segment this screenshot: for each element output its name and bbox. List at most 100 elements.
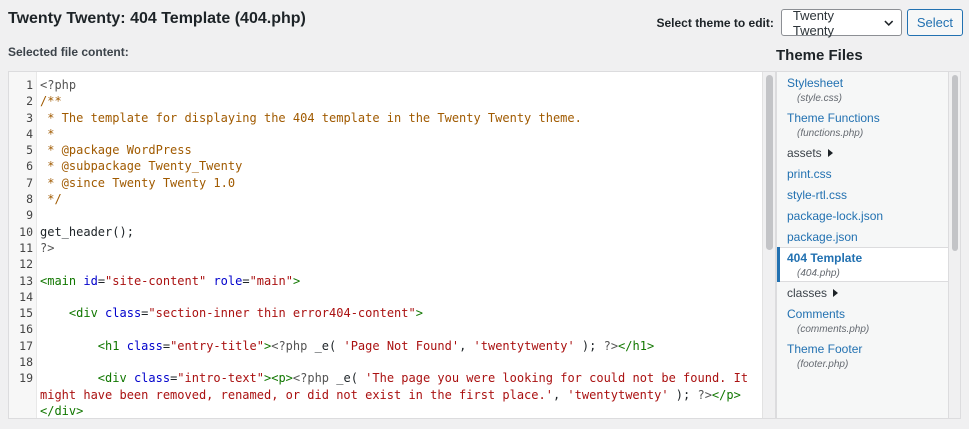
file-name: style-rtl.css xyxy=(787,188,847,202)
code-line[interactable]: 19 <div class="intro-text"><p><?php _e( … xyxy=(9,370,764,418)
folder-item[interactable]: classes xyxy=(777,282,948,303)
line-number: 13 xyxy=(19,273,33,288)
files-scrollbar[interactable] xyxy=(948,71,961,419)
file-item[interactable]: Theme Footer (footer.php) xyxy=(777,338,948,373)
code-token: <?php xyxy=(271,338,308,353)
code-token: ?> xyxy=(603,338,619,353)
file-item[interactable]: print.css xyxy=(777,163,948,184)
code-token: ); xyxy=(574,338,604,353)
code-line[interactable]: 18 xyxy=(9,354,764,370)
code-token: * @subpackage Twenty_Twenty xyxy=(40,159,243,174)
line-number: 1 xyxy=(26,78,33,92)
caret-right-icon xyxy=(827,149,833,157)
theme-files-panel: Stylesheet (style.css) Theme Functions (fun… xyxy=(776,71,948,419)
code-line[interactable]: 2 /** xyxy=(9,93,764,109)
line-number: 2 xyxy=(26,94,33,109)
theme-select-dropdown[interactable]: Twenty Twenty xyxy=(780,8,902,38)
code-line[interactable]: 13 <main id="site-content" role="main"> xyxy=(9,273,764,289)
selected-file-label: Selected file content: xyxy=(8,45,129,59)
line-number: 7 xyxy=(26,175,33,190)
file-name: package-lock.json xyxy=(787,209,884,223)
code-token: * xyxy=(40,126,55,141)
code-line[interactable]: 10 get_header(); xyxy=(9,224,764,240)
editor-scrollbar-thumb[interactable] xyxy=(766,75,773,250)
file-item[interactable]: package.json xyxy=(777,226,948,247)
line-code: <div class="intro-text"><p><?php _e( 'Th… xyxy=(37,370,759,418)
line-code: * xyxy=(37,126,759,142)
code-line[interactable]: 7 * @since Twenty Twenty 1.0 xyxy=(9,175,764,191)
code-token: <?php xyxy=(40,78,77,92)
code-line[interactable]: 14 xyxy=(9,289,764,305)
code-line[interactable]: 8 */ xyxy=(9,191,764,207)
file-item[interactable]: Theme Functions (functions.php) xyxy=(777,107,948,142)
code-line[interactable]: 1 <?php xyxy=(9,77,764,93)
code-token: ?> xyxy=(697,387,712,402)
code-token: get_header(); xyxy=(40,224,134,239)
line-number: 11 xyxy=(19,240,33,255)
select-theme-button[interactable]: Select xyxy=(906,9,963,36)
code-token: <?php xyxy=(292,371,330,386)
files-scrollbar-thumb[interactable] xyxy=(952,75,958,251)
code-token: 'twentytwenty' xyxy=(567,387,669,402)
code-editor[interactable]: 1 <?php 2 /** 3 * The template for displayin… xyxy=(8,71,776,419)
code-token: * @since Twenty Twenty 1.0 xyxy=(40,175,236,190)
line-code: /** xyxy=(37,93,759,109)
line-number: 18 xyxy=(19,355,33,370)
file-item[interactable]: Comments (comments.php) xyxy=(777,303,948,338)
line-number: 10 xyxy=(19,224,33,239)
theme-files-title: Theme Files xyxy=(776,47,863,64)
code-line[interactable]: 12 xyxy=(9,256,764,272)
file-item[interactable]: style-rtl.css xyxy=(777,184,948,205)
file-item[interactable]: package-lock.json xyxy=(777,205,948,226)
code-line[interactable]: 3 * The template for displaying the 404 … xyxy=(9,110,764,126)
code-token: , xyxy=(552,387,568,402)
file-path: (style.css) xyxy=(797,93,842,104)
folder-item[interactable]: assets xyxy=(777,142,948,163)
code-token: <h1 xyxy=(97,338,120,353)
file-name: classes xyxy=(787,286,939,300)
code-token: , xyxy=(459,338,474,353)
code-line[interactable]: 15 <div class="section-inner thin error4… xyxy=(9,305,764,321)
theme-files-list: Stylesheet (style.css) Theme Functions (fun… xyxy=(777,72,948,373)
code-line[interactable]: 11 ?> xyxy=(9,240,764,256)
code-token: "entry-title" xyxy=(170,338,264,353)
editor-scrollbar[interactable] xyxy=(762,72,775,418)
file-item[interactable]: Stylesheet (style.css) xyxy=(777,72,948,107)
code-line[interactable]: 6 * @subpackage Twenty_Twenty xyxy=(9,158,764,174)
line-number: 6 xyxy=(26,159,33,174)
code-token: id xyxy=(83,273,98,288)
code-token: * @package WordPress xyxy=(40,143,192,158)
line-code: <main id="site-content" role="main"> xyxy=(37,273,759,289)
line-code: * The template for displaying the 404 te… xyxy=(37,110,759,126)
code-line[interactable]: 5 * @package WordPress xyxy=(9,142,764,158)
code-token: ?> xyxy=(40,240,55,255)
code-token: role xyxy=(213,273,243,288)
code-content[interactable]: 1 <?php 2 /** 3 * The template for displayin… xyxy=(9,77,764,418)
line-code: */ xyxy=(37,191,759,207)
code-line[interactable]: 4 * xyxy=(9,126,764,142)
file-item-active[interactable]: 404 Template (404.php) xyxy=(777,247,948,282)
file-path: (functions.php) xyxy=(797,128,864,139)
line-number: 17 xyxy=(19,338,33,353)
line-number: 9 xyxy=(26,208,33,223)
code-line[interactable]: 16 xyxy=(9,321,764,337)
code-token: "section-inner thin error404-content" xyxy=(148,306,416,321)
code-token: </h1> xyxy=(618,338,655,353)
code-line[interactable]: 17 <h1 class="entry-title"><?php _e( 'Pa… xyxy=(9,338,764,354)
code-token: = xyxy=(97,273,106,288)
line-number: 19 xyxy=(19,371,33,386)
code-token: class xyxy=(133,371,171,386)
line-number: 12 xyxy=(19,257,33,272)
line-number: 5 xyxy=(26,143,33,158)
line-code: * @subpackage Twenty_Twenty xyxy=(37,158,759,174)
file-name: Comments xyxy=(787,307,846,321)
code-token: <div xyxy=(68,306,98,321)
code-line[interactable]: 9 xyxy=(9,207,764,223)
file-path: (footer.php) xyxy=(797,359,849,370)
code-token: _e( xyxy=(329,371,366,386)
